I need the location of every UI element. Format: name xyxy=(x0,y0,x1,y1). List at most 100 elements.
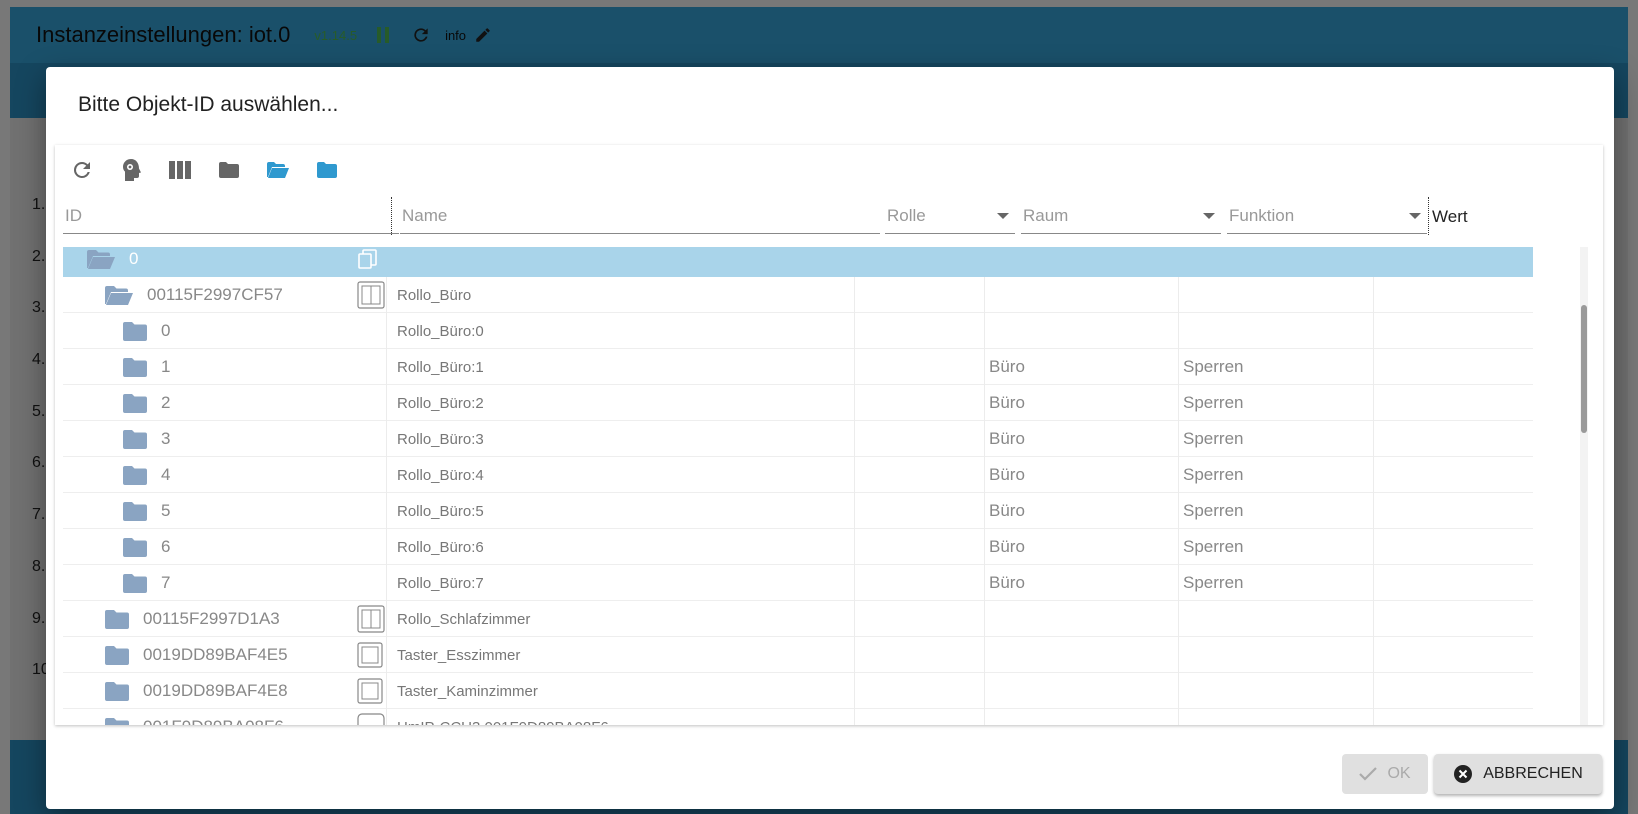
id-cell[interactable]: 0 xyxy=(87,247,138,277)
chevron-down-icon xyxy=(1409,213,1421,219)
folder-icon[interactable] xyxy=(105,681,129,701)
room-value: Büro xyxy=(989,501,1025,520)
folder-icon[interactable] xyxy=(105,645,129,665)
tree-row[interactable]: 2 Rollo_Büro:2 Büro Sperren xyxy=(63,385,1533,421)
name-filter-input[interactable]: Name xyxy=(400,199,880,234)
object-id: 4 xyxy=(161,465,171,484)
folder-icon[interactable] xyxy=(123,357,147,377)
cancel-button[interactable]: ABBRECHEN xyxy=(1434,754,1602,794)
folder-icon[interactable] xyxy=(214,155,244,185)
column-resizer[interactable] xyxy=(391,197,392,235)
ok-button[interactable]: OK xyxy=(1342,754,1428,794)
expert-mode-icon[interactable] xyxy=(116,155,146,185)
column-divider xyxy=(386,601,387,637)
column-divider xyxy=(386,493,387,529)
id-cell[interactable]: 2 xyxy=(123,385,170,421)
room-value: Büro xyxy=(989,465,1025,484)
folder-icon[interactable] xyxy=(123,537,147,557)
ccu-device-icon xyxy=(357,709,385,725)
object-id: 3 xyxy=(161,429,171,448)
funktion-filter-select[interactable]: Funktion xyxy=(1227,199,1427,234)
object-name: Rollo_Büro:4 xyxy=(397,466,484,484)
tree-row[interactable]: 3 Rollo_Büro:3 Büro Sperren xyxy=(63,421,1533,457)
id-cell[interactable]: 4 xyxy=(123,457,170,493)
wert-column-header: Wert xyxy=(1432,199,1532,234)
raum-filter-select[interactable]: Raum xyxy=(1021,199,1221,234)
scrollbar-thumb[interactable] xyxy=(1581,305,1587,433)
folder-icon[interactable] xyxy=(312,155,342,185)
column-divider xyxy=(1178,349,1179,385)
object-name: Rollo_Büro xyxy=(397,286,472,304)
tree-row[interactable]: 7 Rollo_Büro:7 Büro Sperren xyxy=(63,565,1533,601)
column-divider xyxy=(854,709,855,725)
column-divider xyxy=(854,565,855,601)
id-cell[interactable]: 1 xyxy=(123,349,170,385)
id-cell[interactable]: 5 xyxy=(123,493,170,529)
object-name: Rollo_Büro:3 xyxy=(397,430,484,448)
column-divider xyxy=(1373,385,1374,421)
folder-icon[interactable] xyxy=(123,573,147,593)
function-value: Sperren xyxy=(1183,357,1244,376)
id-cell[interactable]: 3 xyxy=(123,421,170,457)
folder-open-icon[interactable] xyxy=(105,285,133,305)
id-cell[interactable]: 00115F2997D1A3 xyxy=(105,601,280,637)
id-cell[interactable]: 6 xyxy=(123,529,170,565)
column-divider xyxy=(1178,529,1179,565)
folder-icon[interactable] xyxy=(123,501,147,521)
tree-row[interactable]: 0 Rollo_Büro:0 xyxy=(63,313,1533,349)
id-filter-input[interactable]: ID xyxy=(63,199,399,234)
tree-row[interactable]: 0019DD89BAF4E5 Taster_Esszimmer xyxy=(63,637,1533,673)
folder-open-icon[interactable] xyxy=(87,249,115,269)
object-id: 00115F2997D1A3 xyxy=(143,609,280,628)
object-id: 7 xyxy=(161,573,171,592)
folder-open-icon[interactable] xyxy=(263,155,293,185)
tree-row[interactable]: 00115F2997CF57 Rollo_Büro xyxy=(63,277,1533,313)
column-divider xyxy=(854,601,855,637)
scrollbar[interactable] xyxy=(1580,247,1588,725)
column-divider xyxy=(1178,673,1179,709)
function-value: Sperren xyxy=(1183,393,1244,412)
column-divider xyxy=(1373,529,1374,565)
folder-icon[interactable] xyxy=(105,609,129,629)
check-icon xyxy=(1359,767,1378,781)
column-divider xyxy=(386,709,387,725)
tree-row[interactable]: 00115F2997D1A3 Rollo_Schlafzimmer xyxy=(63,601,1533,637)
column-divider xyxy=(854,349,855,385)
shutter-device-icon xyxy=(357,601,385,637)
id-cell[interactable]: 7 xyxy=(123,565,170,601)
folder-icon[interactable] xyxy=(123,429,147,449)
folder-icon[interactable] xyxy=(123,393,147,413)
tree-row[interactable]: 6 Rollo_Büro:6 Büro Sperren xyxy=(63,529,1533,565)
column-divider xyxy=(984,637,985,673)
folder-icon[interactable] xyxy=(105,717,129,725)
object-name: Rollo_Büro:1 xyxy=(397,358,484,376)
tree-row[interactable]: 0 xyxy=(63,247,1533,277)
id-cell[interactable]: 0 xyxy=(123,313,170,349)
id-cell[interactable]: 00115F2997CF57 xyxy=(105,277,283,313)
column-divider xyxy=(984,601,985,637)
tree-row[interactable]: 5 Rollo_Büro:5 Büro Sperren xyxy=(63,493,1533,529)
column-divider xyxy=(854,493,855,529)
column-divider xyxy=(984,709,985,725)
folder-icon[interactable] xyxy=(123,321,147,341)
function-value: Sperren xyxy=(1183,501,1244,520)
id-cell[interactable]: 0019DD89BAF4E5 xyxy=(105,637,288,673)
column-divider xyxy=(1373,601,1374,637)
column-divider xyxy=(386,565,387,601)
column-divider xyxy=(984,385,985,421)
id-cell[interactable]: 001F9D89BA08F6 xyxy=(105,709,284,725)
folder-icon[interactable] xyxy=(123,465,147,485)
tree-row[interactable]: 001F9D89BA08F6 HmIP-CCU3 001F9D89BA08F6 xyxy=(63,709,1533,725)
function-value: Sperren xyxy=(1183,537,1244,556)
column-resizer[interactable] xyxy=(1428,197,1429,235)
column-divider xyxy=(1178,421,1179,457)
rolle-filter-select[interactable]: Rolle xyxy=(885,199,1015,234)
columns-icon[interactable] xyxy=(165,155,195,185)
refresh-icon[interactable] xyxy=(67,155,97,185)
tree-row[interactable]: 4 Rollo_Büro:4 Büro Sperren xyxy=(63,457,1533,493)
column-divider xyxy=(1373,709,1374,725)
id-cell[interactable]: 0019DD89BAF4E8 xyxy=(105,673,288,709)
tree-row[interactable]: 1 Rollo_Büro:1 Büro Sperren xyxy=(63,349,1533,385)
copy-icon[interactable] xyxy=(357,247,379,277)
tree-row[interactable]: 0019DD89BAF4E8 Taster_Kaminzimmer xyxy=(63,673,1533,709)
